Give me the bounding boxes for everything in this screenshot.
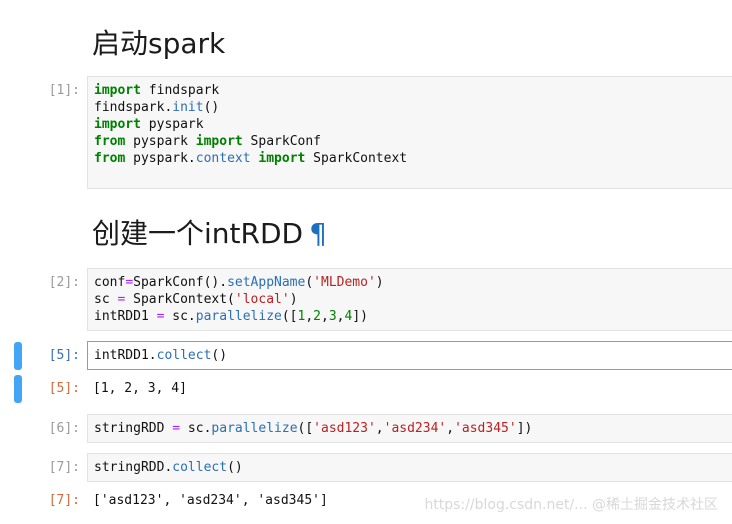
input-prompt-2: [2]: xyxy=(48,275,80,290)
code-token: setAppName xyxy=(227,275,306,290)
code-token: pyspark xyxy=(140,117,204,132)
code-line: intRDD1 = sc.parallelize([1,2,3,4]) xyxy=(94,308,732,325)
code-line: findspark.init() xyxy=(94,99,732,116)
code-token: pyspark. xyxy=(125,151,196,166)
code-token: findspark xyxy=(94,100,165,115)
code-token: ([ xyxy=(297,421,314,436)
output-selection-bar[interactable] xyxy=(14,375,22,403)
input-prompt-6: [6]: xyxy=(48,421,80,436)
code-token: 'asd345' xyxy=(454,421,517,436)
code-token: ]) xyxy=(352,309,368,324)
code-line: intRDD1.collect() xyxy=(94,347,732,364)
code-token: import xyxy=(195,134,243,149)
code-token: 2 xyxy=(313,309,321,324)
code-token: 'local' xyxy=(234,292,290,307)
code-cell-5[interactable]: intRDD1.collect() xyxy=(87,341,732,370)
code-token: collect xyxy=(156,348,212,363)
code-token: collect xyxy=(172,460,228,475)
code-line: import pyspark xyxy=(94,116,732,133)
code-token: sc. xyxy=(164,309,196,324)
code-line: from pyspark.context import SparkContext xyxy=(94,150,732,167)
code-token: () xyxy=(203,100,220,115)
cell-selection-bar[interactable] xyxy=(14,342,22,370)
code-token: 'asd123' xyxy=(313,421,376,436)
code-token: intRDD1. xyxy=(94,348,157,363)
input-prompt-7: [7]: xyxy=(48,460,80,475)
code-token: () xyxy=(227,460,243,475)
code-line: stringRDD.collect() xyxy=(94,459,732,476)
code-token: parallelize xyxy=(211,421,298,436)
code-cell-2[interactable]: conf=SparkConf().setAppName('MLDemo') sc … xyxy=(87,268,732,331)
code-line: conf=SparkConf().setAppName('MLDemo') xyxy=(94,274,732,291)
code-token: stringRDD xyxy=(94,421,173,436)
code-token: conf xyxy=(94,275,126,290)
output-text-7: ['asd123', 'asd234', 'asd345'] xyxy=(93,493,328,508)
code-token: SparkConf xyxy=(242,134,322,149)
code-token: context xyxy=(195,151,251,166)
code-token: sc. xyxy=(180,421,212,436)
code-token: , xyxy=(305,309,314,324)
code-line: from pyspark import SparkConf xyxy=(94,133,732,150)
code-token: ) xyxy=(289,292,298,307)
input-prompt-5: [5]: xyxy=(48,348,80,363)
code-token: findspark xyxy=(140,83,220,98)
code-token: , xyxy=(446,421,455,436)
code-cell-6[interactable]: stringRDD = sc.parallelize(['asd123','as… xyxy=(87,414,732,443)
code-token: import xyxy=(94,117,141,132)
input-prompt-1: [1]: xyxy=(48,83,80,98)
heading-create-intrdd: 创建一个intRDD ¶ xyxy=(92,212,327,252)
code-token: import xyxy=(258,151,306,166)
code-token: from xyxy=(94,134,126,149)
code-token: 'asd234' xyxy=(383,421,447,436)
anchor-link-icon[interactable]: ¶ xyxy=(309,217,327,250)
code-token: sc xyxy=(94,292,118,307)
code-token: 3 xyxy=(328,309,337,324)
code-token: () xyxy=(211,348,228,363)
code-line: stringRDD = sc.parallelize(['asd123','as… xyxy=(94,420,732,437)
code-token: 'MLDemo' xyxy=(313,275,376,290)
output-prompt-5: [5]: xyxy=(48,381,80,396)
code-token: , xyxy=(321,309,329,324)
code-token: init xyxy=(172,100,204,115)
code-token: , xyxy=(375,421,384,436)
code-cell-7[interactable]: stringRDD.collect() xyxy=(87,453,732,482)
code-token: SparkContext xyxy=(305,151,408,166)
code-token: intRDD1 xyxy=(94,309,157,324)
code-token: SparkConf(). xyxy=(133,275,228,290)
output-text-5: [1, 2, 3, 4] xyxy=(93,381,187,396)
code-token: stringRDD. xyxy=(94,460,173,475)
watermark: https://blog.csdn.net/... @稀土掘金技术社区 xyxy=(424,497,718,513)
code-cell-1[interactable]: import findspark findspark.init() import p… xyxy=(87,76,732,189)
code-token: from xyxy=(94,151,126,166)
code-token: parallelize xyxy=(195,309,282,324)
heading-create-intrdd-text: 创建一个intRDD xyxy=(92,217,304,250)
code-token: import xyxy=(94,83,141,98)
code-token: ) xyxy=(375,275,384,290)
code-token: ]) xyxy=(516,421,533,436)
code-token: = xyxy=(172,421,181,436)
code-line: sc = SparkContext('local') xyxy=(94,291,732,308)
code-token: pyspark xyxy=(125,134,196,149)
code-token: ([ xyxy=(281,309,298,324)
code-line: import findspark xyxy=(94,82,732,99)
code-token: SparkContext( xyxy=(125,292,235,307)
code-token: = xyxy=(125,275,134,290)
output-prompt-7: [7]: xyxy=(48,493,80,508)
code-token: ( xyxy=(305,275,314,290)
heading-start-spark: 启动spark xyxy=(92,27,226,60)
